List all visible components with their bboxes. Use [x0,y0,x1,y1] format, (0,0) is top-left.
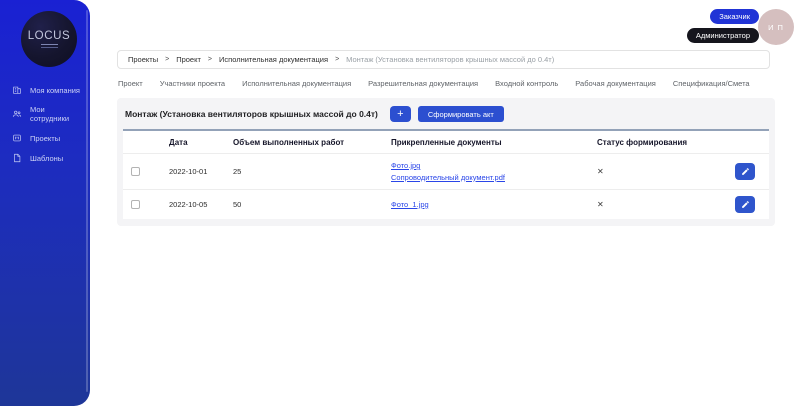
logo-text: LOCUS [28,30,71,42]
employees-icon [12,109,22,119]
status-not-formed-icon: ✕ [597,200,604,209]
templates-icon [12,153,22,163]
sidebar-nav: Моя компания Мои сотрудники Проекты Шабл… [0,80,90,168]
section-title: Монтаж (Установка вентиляторов крышных м… [125,109,378,119]
locus-logo: LOCUS [21,11,77,67]
cell-volume: 25 [225,154,383,190]
cell-documents: Фото_1.jpg [383,190,589,220]
company-icon [12,85,22,95]
sidebar-item-label: Шаблоны [30,154,63,163]
edit-row-button[interactable] [735,163,755,180]
role-badges: Заказчик Администратор [687,9,759,43]
logo-underline [41,44,58,48]
sidebar-item-company[interactable]: Моя компания [0,80,90,100]
sidebar-item-label: Моя компания [30,86,80,95]
chevron-right-icon: > [165,56,169,63]
tab-executive-docs[interactable]: Исполнительная документация [242,79,351,88]
work-log-table: Дата Объем выполненных работ Прикрепленн… [123,129,769,219]
document-link[interactable]: Сопроводительный документ.pdf [391,172,581,184]
avatar[interactable]: И П [758,9,794,45]
role-badge-admin[interactable]: Администратор [687,28,759,43]
sidebar: LOCUS Моя компания Мои сотрудники Проект… [0,0,90,406]
topbar: Заказчик Администратор И П [90,0,800,48]
pencil-icon [741,200,750,209]
column-header-volume: Объем выполненных работ [225,130,383,154]
status-not-formed-icon: ✕ [597,167,604,176]
edit-row-button[interactable] [735,196,755,213]
document-link[interactable]: Фото.jpg [391,160,581,172]
main-content: Заказчик Администратор И П Проекты > Про… [90,0,800,414]
add-entry-button[interactable]: + [390,106,411,122]
column-header-documents: Прикрепленные документы [383,130,589,154]
sidebar-item-label: Мои сотрудники [30,105,84,123]
select-column-header [123,130,161,154]
tab-bar: Проект Участники проекта Исполнительная … [90,69,800,98]
column-header-status: Статус формирования [589,130,725,154]
tab-project[interactable]: Проект [118,79,143,88]
row-checkbox[interactable] [131,167,140,176]
chevron-right-icon: > [208,56,212,63]
generate-act-button[interactable]: Сформировать акт [418,106,504,122]
cell-volume: 50 [225,190,383,220]
tab-working-docs[interactable]: Рабочая документация [575,79,656,88]
cell-documents: Фото.jpg Сопроводительный документ.pdf [383,154,589,190]
tab-specification[interactable]: Спецификация/Смета [673,79,750,88]
breadcrumb-item-projects[interactable]: Проекты [128,55,158,64]
work-section-card: Монтаж (Установка вентиляторов крышных м… [117,98,775,226]
column-header-date: Дата [161,130,225,154]
sidebar-item-projects[interactable]: Проекты [0,128,90,148]
breadcrumb-item-executive-docs[interactable]: Исполнительная документация [219,55,328,64]
tab-incoming-control[interactable]: Входной контроль [495,79,558,88]
column-header-actions [725,130,769,154]
breadcrumb-item-current: Монтаж (Установка вентиляторов крышных м… [346,55,554,64]
chevron-right-icon: > [335,56,339,63]
table-header-row: Дата Объем выполненных работ Прикрепленн… [123,130,769,154]
row-checkbox[interactable] [131,200,140,209]
tab-participants[interactable]: Участники проекта [160,79,225,88]
tab-permit-docs[interactable]: Разрешительная документация [368,79,478,88]
breadcrumb-item-project[interactable]: Проект [176,55,201,64]
cell-date: 2022-10-05 [161,190,225,220]
section-header: Монтаж (Установка вентиляторов крышных м… [123,105,769,129]
sidebar-item-templates[interactable]: Шаблоны [0,148,90,168]
table-row: 2022-10-05 50 Фото_1.jpg ✕ [123,190,769,220]
sidebar-item-label: Проекты [30,134,60,143]
document-link[interactable]: Фото_1.jpg [391,199,581,211]
breadcrumb: Проекты > Проект > Исполнительная докуме… [117,50,770,69]
table-row: 2022-10-01 25 Фото.jpg Сопроводительный … [123,154,769,190]
role-badge-customer[interactable]: Заказчик [710,9,759,24]
cell-date: 2022-10-01 [161,154,225,190]
sidebar-item-employees[interactable]: Мои сотрудники [0,100,90,128]
projects-icon [12,133,22,143]
pencil-icon [741,167,750,176]
